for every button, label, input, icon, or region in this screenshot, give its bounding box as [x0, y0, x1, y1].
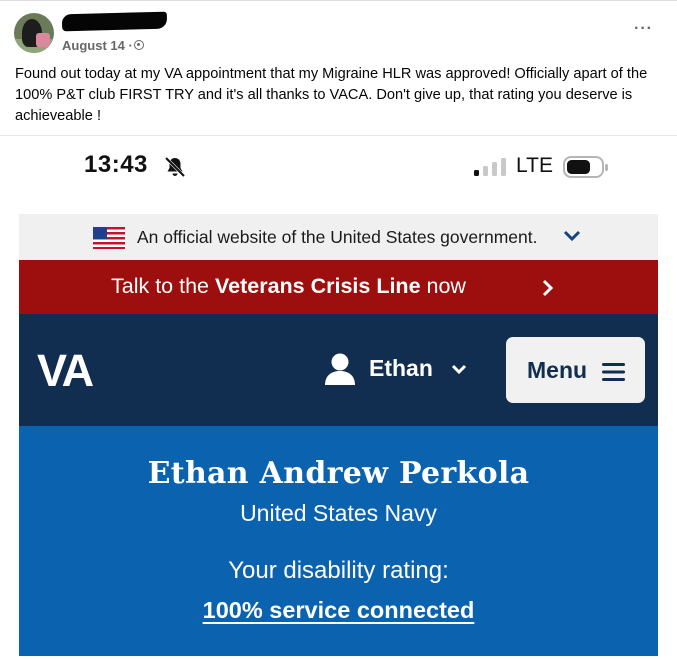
us-flag-icon	[93, 227, 125, 249]
post-date[interactable]: August 14 ·	[62, 38, 133, 53]
redacted-author-name	[61, 11, 168, 32]
card-top-border	[0, 0, 677, 1]
facebook-post: August 14 · ··· Found out today at my VA…	[0, 0, 677, 660]
more-options-icon[interactable]: ···	[634, 21, 653, 37]
status-time: 13:43	[84, 151, 148, 178]
network-label: LTE	[516, 154, 553, 177]
service-branch: United States Navy	[240, 500, 437, 526]
bell-off-icon	[164, 156, 186, 178]
official-site-banner[interactable]: An official website of the United States…	[19, 214, 658, 260]
disability-rating-link[interactable]: 100% service connected	[19, 597, 658, 624]
profile-name: Ethan Andrew Perkola	[147, 456, 530, 491]
hamburger-icon	[602, 363, 625, 381]
profile-hero: Ethan Andrew Perkola United States Navy …	[19, 426, 658, 656]
official-site-text: An official website of the United States…	[137, 227, 538, 247]
menu-button[interactable]: Menu	[506, 337, 645, 403]
va-logo[interactable]: VA	[37, 345, 94, 397]
crisis-line-text: Talk to the Veterans Crisis Line now	[111, 274, 466, 298]
user-name[interactable]: Ethan	[369, 355, 433, 382]
veterans-crisis-line-link[interactable]: Talk to the Veterans Crisis Line now	[19, 260, 658, 314]
chevron-down-icon[interactable]	[451, 364, 467, 375]
globe-icon	[134, 40, 144, 50]
disability-rating-label: Your disability rating:	[228, 557, 449, 584]
chevron-right-icon	[542, 279, 554, 297]
signal-icon	[474, 158, 506, 176]
va-header: VA Ethan Menu	[19, 314, 658, 426]
divider	[0, 135, 677, 136]
user-icon[interactable]	[322, 352, 358, 386]
avatar[interactable]	[14, 13, 54, 53]
menu-label: Menu	[527, 357, 588, 383]
post-text: Found out today at my VA appointment tha…	[15, 66, 648, 124]
battery-icon	[563, 156, 608, 178]
chevron-down-icon[interactable]	[563, 230, 581, 242]
